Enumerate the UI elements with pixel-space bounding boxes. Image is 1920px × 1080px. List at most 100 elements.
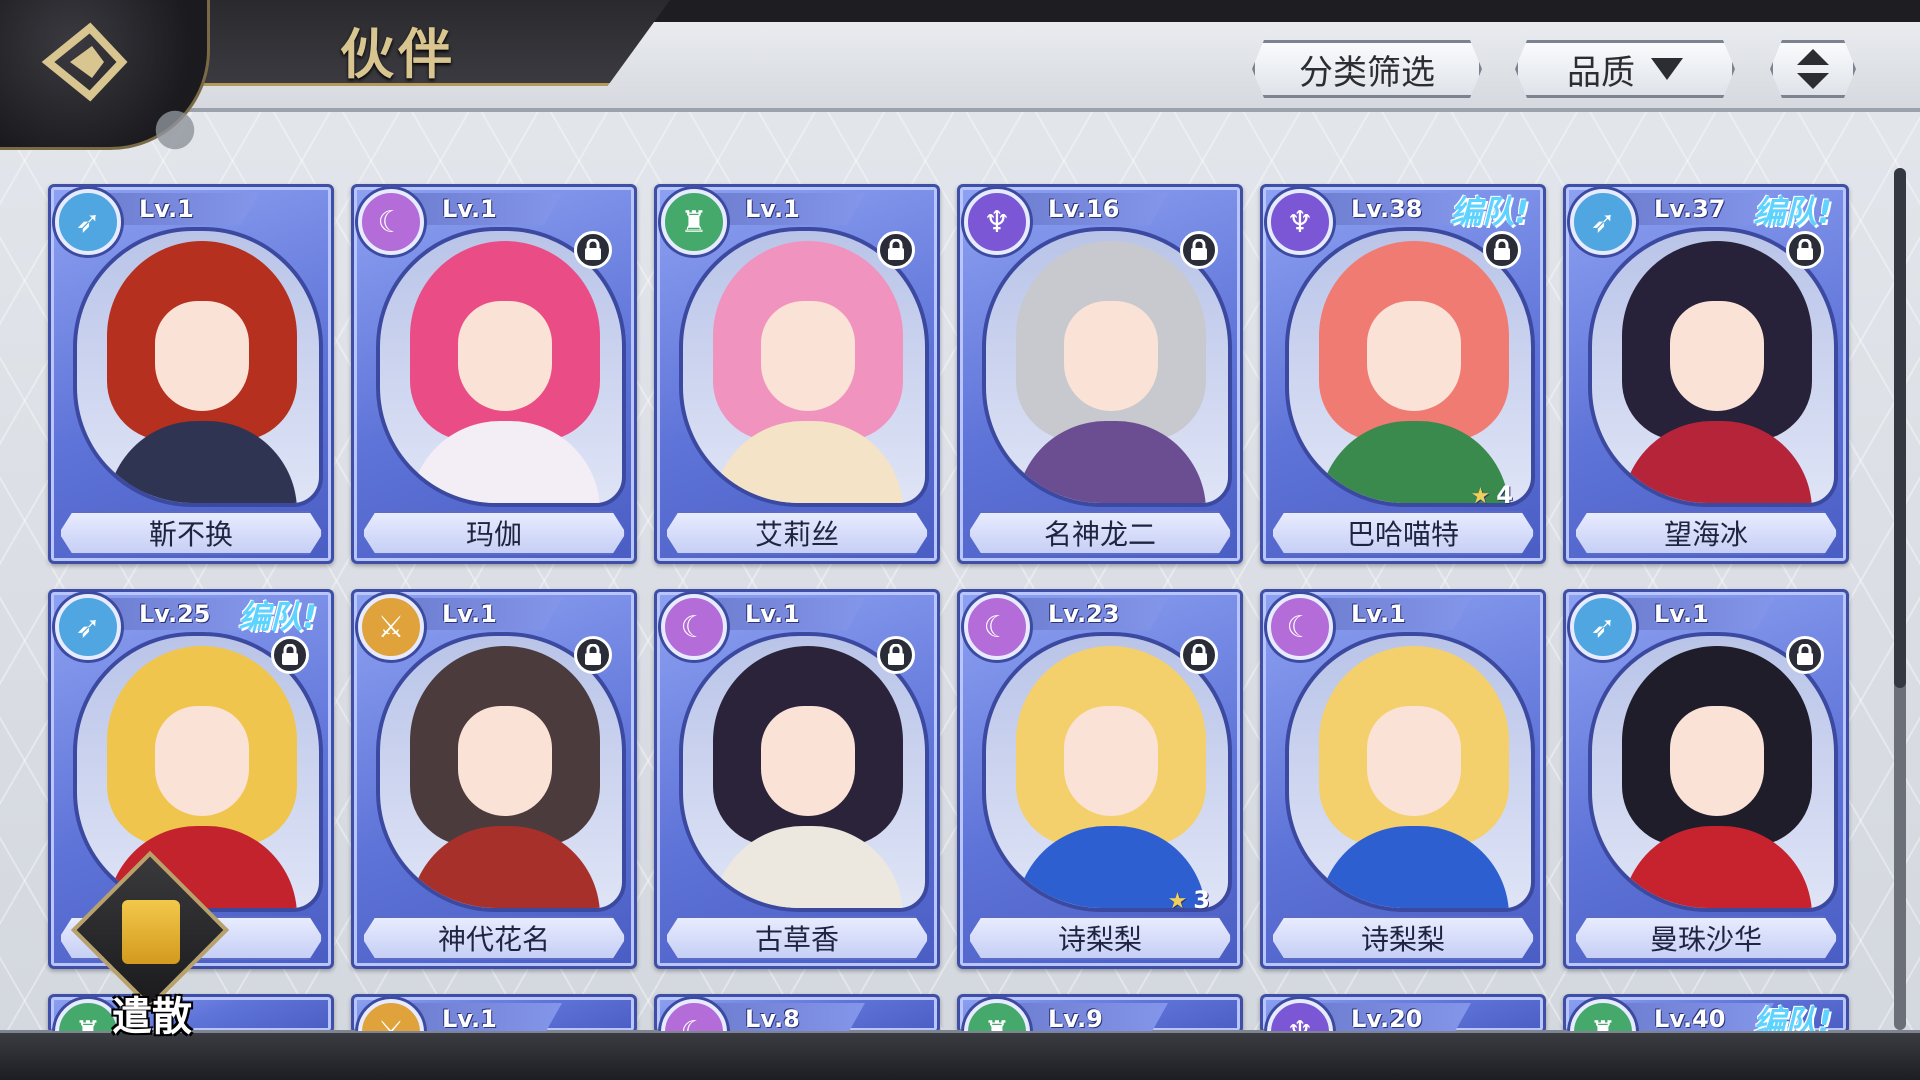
companion-card[interactable]: ♆ Lv.38 编队! ★ 4 巴哈喵特 <box>1260 184 1546 564</box>
companion-name: 神代花名 <box>362 916 626 960</box>
lock-icon[interactable] <box>1180 231 1218 269</box>
team-tag: 编队! <box>238 598 317 636</box>
team-tag: 编队! <box>1753 1003 1832 1034</box>
companion-card[interactable]: ⚔ Lv.1 <box>351 994 637 1034</box>
companion-card[interactable]: ☾ Lv.1 玛伽 <box>351 184 637 564</box>
totem-icon: ♜ <box>661 189 727 255</box>
portrait-face <box>1367 706 1461 816</box>
cards-icon <box>122 900 180 964</box>
portrait-face <box>1064 706 1158 816</box>
companion-card[interactable]: ♆ Lv.20 <box>1260 994 1546 1034</box>
level-label: Lv.25 <box>109 598 259 630</box>
level-label: Lv.9 <box>1018 1003 1168 1031</box>
companion-name: 诗梨梨 <box>968 916 1232 960</box>
portrait-face <box>1670 706 1764 816</box>
lock-icon[interactable] <box>1786 231 1824 269</box>
character-portrait <box>1588 227 1838 507</box>
character-portrait <box>982 632 1232 912</box>
portrait-face <box>761 706 855 816</box>
companion-card[interactable]: ♜ Lv.9 <box>957 994 1243 1034</box>
crescent-icon: ☾ <box>1267 594 1333 660</box>
bottom-bar <box>0 1030 1920 1080</box>
companion-card[interactable]: ♆ Lv.16 名神龙二 <box>957 184 1243 564</box>
star-icon: ★ <box>1167 889 1188 914</box>
quality-sort-dropdown[interactable]: 品质 <box>1515 40 1735 98</box>
companion-card[interactable]: ➶ Lv.1 靳不换 <box>48 184 334 564</box>
dismiss-button[interactable]: 遣散 <box>66 850 236 1040</box>
lock-icon[interactable] <box>574 231 612 269</box>
companion-card[interactable]: ☾ Lv.1 古草香 <box>654 589 940 969</box>
companion-name: 名神龙二 <box>968 511 1232 555</box>
back-arrow-icon <box>41 22 128 102</box>
star-rank: ★ 3 <box>1168 886 1210 914</box>
crescent-icon: ☾ <box>358 189 424 255</box>
level-label: Lv.40 <box>1624 1003 1774 1031</box>
sort-order-toggle[interactable] <box>1770 40 1856 98</box>
character-portrait <box>1285 227 1535 507</box>
star-rank: ★ 4 <box>1471 481 1513 509</box>
category-filter-label: 分类筛选 <box>1299 52 1435 93</box>
companion-card[interactable]: ☾ Lv.1 诗梨梨 <box>1260 589 1546 969</box>
level-label: Lv.1 <box>1624 598 1774 630</box>
character-portrait <box>1588 632 1838 912</box>
companion-name: 诗梨梨 <box>1271 916 1535 960</box>
bow-icon: ➶ <box>55 189 121 255</box>
level-label: Lv.8 <box>715 1003 865 1031</box>
team-tag: 编队! <box>1450 193 1529 231</box>
character-portrait <box>376 227 626 507</box>
dropdown-arrow-icon <box>1651 58 1683 80</box>
portrait-outfit <box>1622 826 1812 908</box>
crescent-icon: ☾ <box>964 594 1030 660</box>
companion-card[interactable]: ⚔ Lv.1 神代花名 <box>351 589 637 969</box>
level-label: Lv.1 <box>715 598 865 630</box>
quality-label: 品质 <box>1567 52 1635 93</box>
portrait-face <box>458 301 552 411</box>
lock-icon[interactable] <box>877 231 915 269</box>
star-count: 3 <box>1193 886 1210 914</box>
companion-card[interactable]: ➶ Lv.1 曼珠沙华 <box>1563 589 1849 969</box>
companion-card[interactable]: ☾ Lv.23 ★ 3 诗梨梨 <box>957 589 1243 969</box>
trident-icon: ♆ <box>1267 189 1333 255</box>
top-bar: 伙伴 分类筛选 品质 <box>0 0 1920 112</box>
level-label: Lv.1 <box>412 598 562 630</box>
dismiss-label: 遣散 <box>112 994 192 1040</box>
scrollbar-thumb[interactable] <box>1894 168 1906 688</box>
category-filter-button[interactable]: 分类筛选 <box>1252 40 1482 98</box>
companion-card[interactable]: ♜ Lv.1 艾莉丝 <box>654 184 940 564</box>
portrait-face <box>458 706 552 816</box>
lock-icon[interactable] <box>1786 636 1824 674</box>
portrait-face <box>1367 301 1461 411</box>
lock-icon[interactable] <box>1180 636 1218 674</box>
level-label: Lv.38 <box>1321 193 1471 225</box>
companion-name: 巴哈喵特 <box>1271 511 1535 555</box>
companion-name: 靳不换 <box>59 511 323 555</box>
companion-name: 艾莉丝 <box>665 511 929 555</box>
character-portrait <box>982 227 1232 507</box>
lock-icon[interactable] <box>1483 231 1521 269</box>
level-label: Lv.1 <box>715 193 865 225</box>
companion-card[interactable]: ♜ Lv.40 编队! <box>1563 994 1849 1034</box>
portrait-face <box>1670 301 1764 411</box>
portrait-outfit <box>1016 421 1206 503</box>
lock-icon[interactable] <box>271 636 309 674</box>
portrait-outfit <box>107 421 297 503</box>
portrait-face <box>1064 301 1158 411</box>
character-portrait <box>679 227 929 507</box>
level-label: Lv.1 <box>109 193 259 225</box>
bow-icon: ➶ <box>1570 594 1636 660</box>
level-label: Lv.1 <box>412 1003 562 1031</box>
character-portrait <box>73 227 323 507</box>
companion-card[interactable]: ☾ Lv.8 <box>654 994 940 1034</box>
portrait-outfit <box>1319 826 1509 908</box>
page-title: 伙伴 <box>340 22 456 86</box>
companion-name: 望海冰 <box>1574 511 1838 555</box>
bow-icon: ➶ <box>55 594 121 660</box>
portrait-face <box>155 301 249 411</box>
companion-name: 古草香 <box>665 916 929 960</box>
lock-icon[interactable] <box>877 636 915 674</box>
companion-card[interactable]: ➶ Lv.37 编队! 望海冰 <box>1563 184 1849 564</box>
lock-icon[interactable] <box>574 636 612 674</box>
character-portrait <box>679 632 929 912</box>
sort-order-icon <box>1793 47 1833 91</box>
star-icon: ★ <box>1470 484 1491 509</box>
